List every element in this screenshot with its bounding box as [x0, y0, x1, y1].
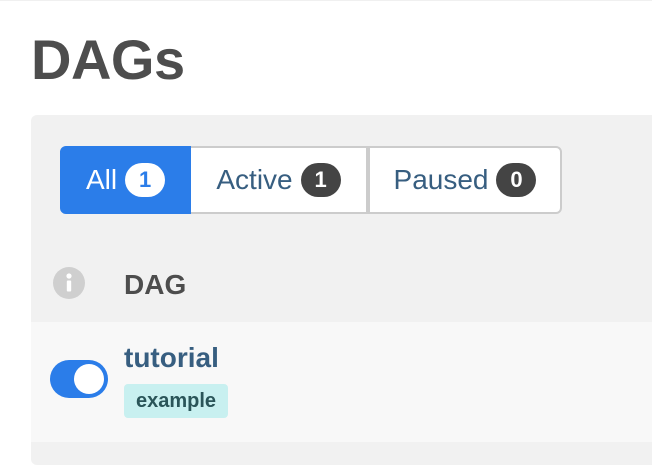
page-title: DAGs — [31, 28, 185, 91]
top-divider — [0, 0, 652, 1]
dag-tag[interactable]: example — [124, 384, 229, 418]
filter-all-label: All — [85, 164, 118, 195]
column-header-dag[interactable]: DAG — [124, 269, 186, 301]
filter-all-button[interactable]: All 1 — [60, 146, 191, 214]
filter-all-count-badge: 1 — [125, 163, 166, 197]
filter-active-label: Active — [216, 164, 293, 195]
filter-paused-button[interactable]: Paused 0 — [368, 146, 562, 214]
info-icon[interactable] — [52, 266, 86, 300]
dag-name-link[interactable]: tutorial — [124, 342, 219, 374]
filter-paused-label: Paused — [393, 164, 489, 195]
status-filter-group: All 1 Active 1 Paused 0 — [60, 146, 562, 214]
table-header-row: DAG — [31, 255, 652, 313]
dags-panel: All 1 Active 1 Paused 0 DAG tutorial exa… — [31, 115, 652, 465]
filter-paused-count-badge: 0 — [496, 163, 537, 197]
toggle-knob — [74, 364, 104, 394]
filter-active-button[interactable]: Active 1 — [191, 146, 368, 214]
dag-pause-toggle[interactable] — [50, 360, 108, 398]
filter-active-count-badge: 1 — [300, 163, 341, 197]
table-row: tutorial example — [31, 322, 652, 442]
